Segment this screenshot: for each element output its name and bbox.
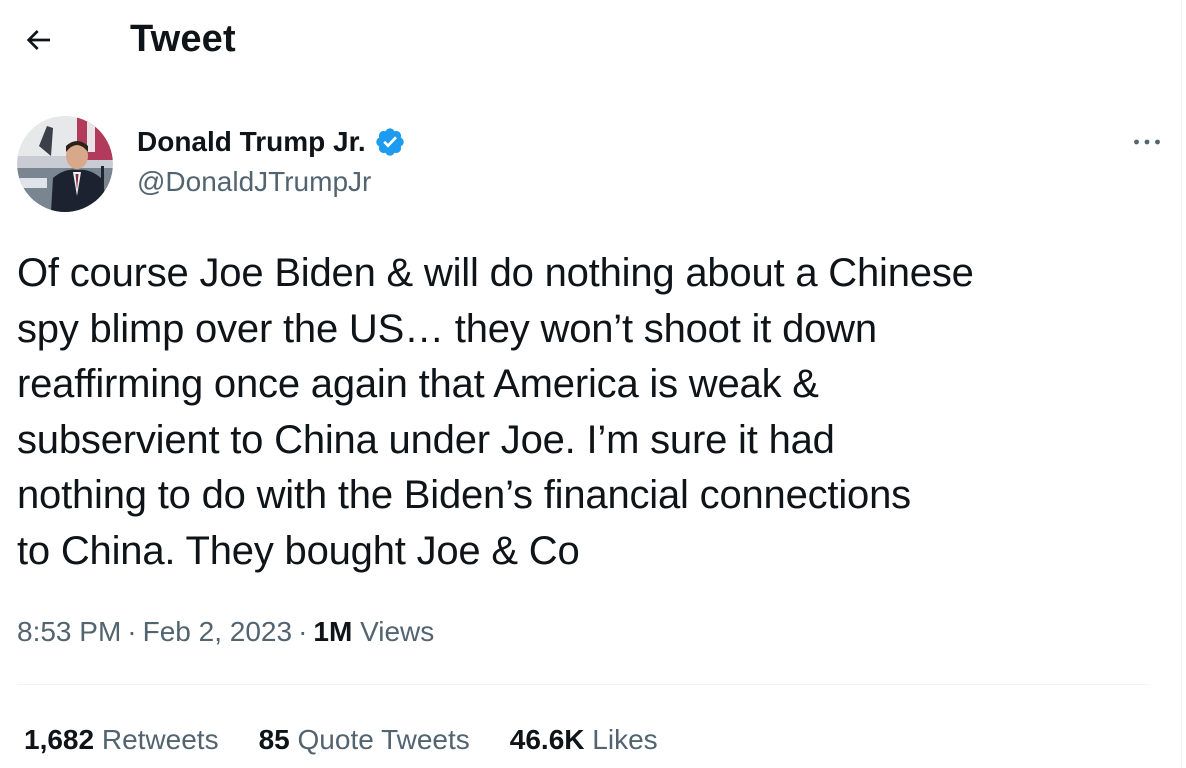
more-horizontal-icon — [1134, 139, 1160, 145]
likes-count: 46.6K — [509, 724, 585, 755]
tweet-date[interactable]: Feb 2, 2023 — [143, 616, 292, 647]
display-name: Donald Trump Jr. — [137, 126, 366, 157]
more-options-button[interactable] — [1125, 120, 1169, 164]
meta-separator: · — [127, 616, 137, 647]
tweet-page: Tweet Donald Trump Jr. @DonaldJTrumpJr O… — [0, 0, 1182, 768]
retweets-count: 1,682 — [24, 724, 95, 755]
retweets-stat[interactable]: 1,682 Retweets — [24, 720, 219, 760]
verified-badge-icon — [374, 126, 406, 158]
divider — [17, 684, 1149, 685]
retweets-label: Retweets — [101, 724, 219, 755]
tweet-meta: 8:53 PM · Feb 2, 2023 · 1M Views — [17, 612, 434, 652]
engagement-stats: 1,682 Retweets 85 Quote Tweets 46.6K Lik… — [24, 720, 698, 760]
meta-separator: · — [298, 616, 308, 647]
author-handle[interactable]: @DonaldJTrumpJr — [137, 164, 371, 200]
quote-tweets-label: Quote Tweets — [297, 724, 470, 755]
back-button[interactable] — [14, 16, 62, 64]
quote-tweets-count: 85 — [258, 724, 290, 755]
tweet-time[interactable]: 8:53 PM — [17, 616, 121, 647]
avatar[interactable] — [17, 116, 113, 212]
likes-stat[interactable]: 46.6K Likes — [510, 720, 658, 760]
views-count: 1M — [313, 616, 353, 647]
avatar-image — [17, 116, 113, 212]
header: Tweet — [0, 0, 1182, 80]
display-name-link[interactable]: Donald Trump Jr. — [137, 124, 406, 160]
tweet-text: Of course Joe Biden & will do nothing ab… — [17, 251, 974, 573]
views-label: Views — [360, 616, 435, 647]
arrow-left-icon — [26, 30, 50, 50]
likes-label: Likes — [592, 724, 658, 755]
page-title: Tweet — [130, 18, 236, 60]
quote-tweets-stat[interactable]: 85 Quote Tweets — [259, 720, 470, 760]
tweet-author: Donald Trump Jr. @DonaldJTrumpJr — [17, 116, 1160, 216]
